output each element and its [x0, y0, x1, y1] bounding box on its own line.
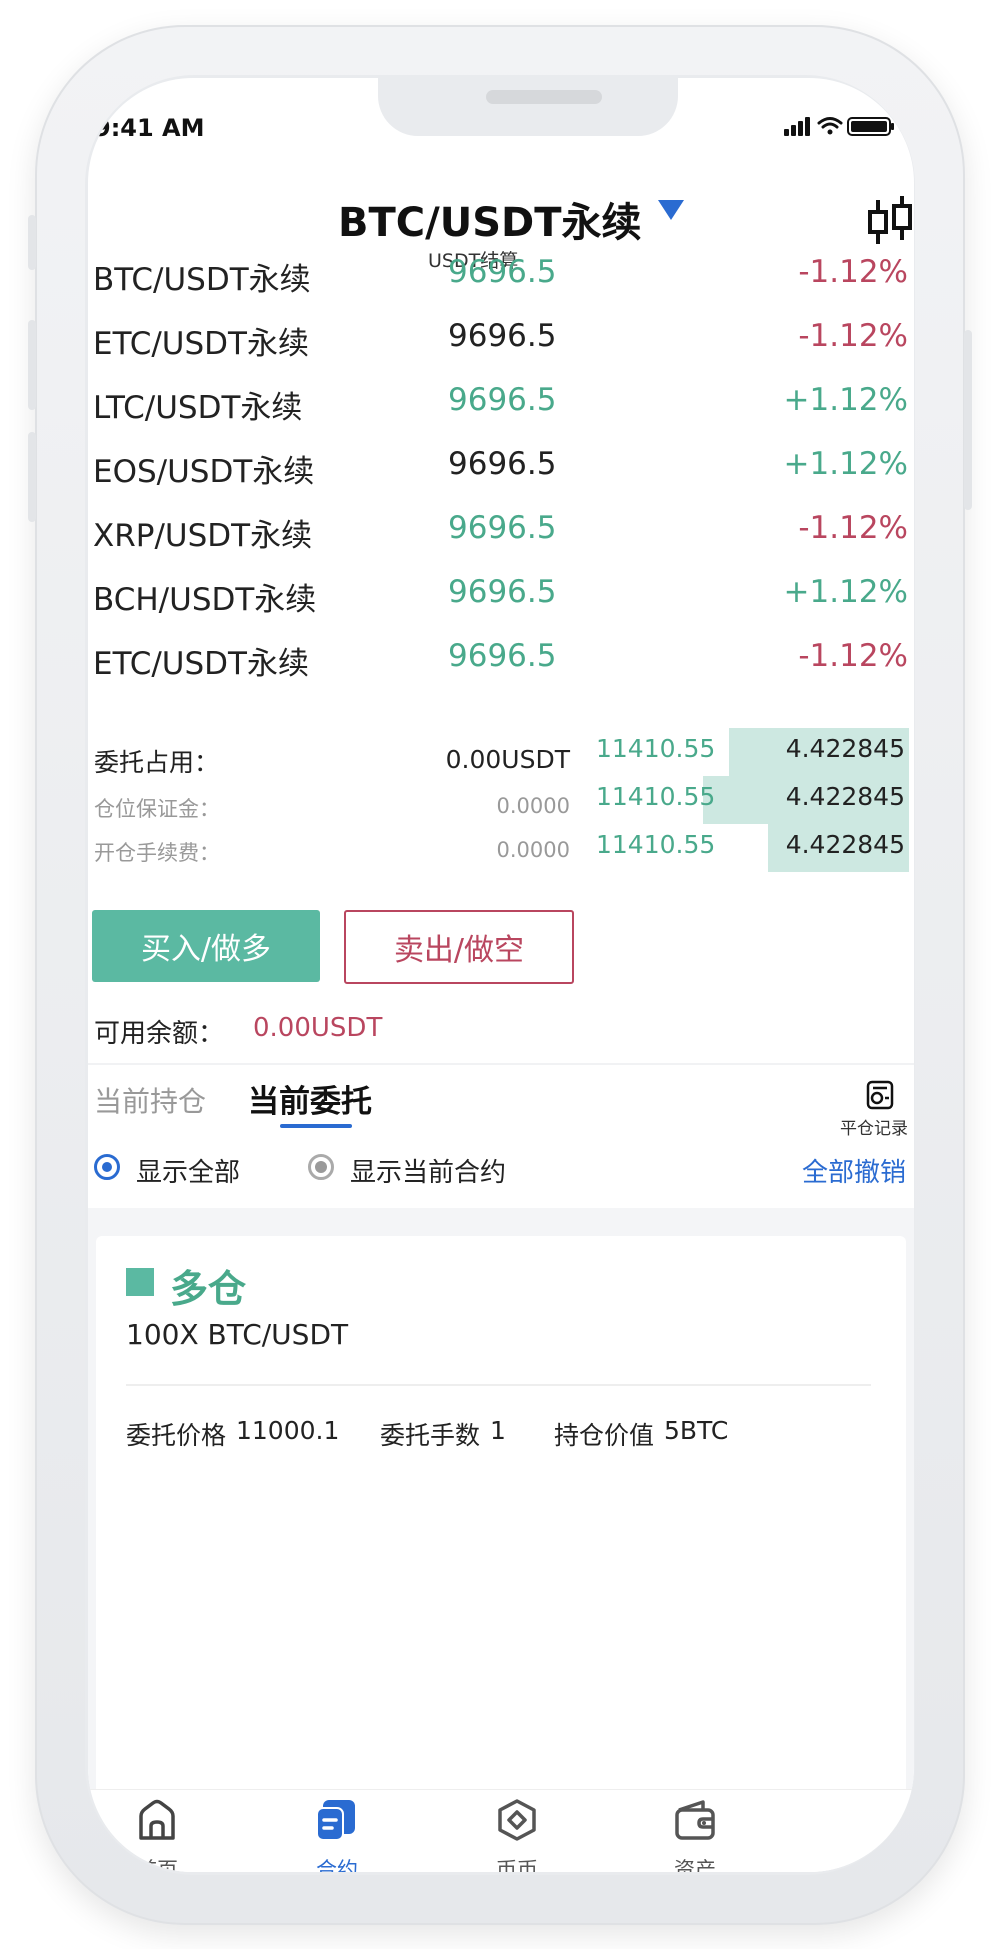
- coin-exchange-icon: [498, 1799, 536, 1841]
- wallet-icon: [675, 1800, 715, 1840]
- long-position-marker: [126, 1268, 154, 1296]
- open-fee-label: 开仓手续费：: [94, 841, 220, 865]
- order-book-amount: 4.422845: [785, 734, 905, 763]
- market-name: LTC/USDT永续: [93, 390, 303, 426]
- available-balance-value: 0.00USDT: [253, 1013, 383, 1043]
- position-value-label: 持仓价值: [554, 1421, 655, 1450]
- order-book-row[interactable]: 11410.55 4.422845: [582, 824, 909, 872]
- nav-home[interactable]: 首页: [102, 1792, 212, 1872]
- nav-home-label: 首页: [136, 1858, 178, 1872]
- market-change: -1.12%: [798, 510, 908, 546]
- app-screen: 9:41 AM BTC/USDT永续 USDT结算 BTC/USDT永续 969…: [88, 78, 914, 1872]
- close-record-icon[interactable]: [865, 1080, 895, 1114]
- market-name: BCH/USDT永续: [93, 582, 317, 618]
- order-book-amount: 4.422845: [785, 782, 905, 811]
- sell-short-button[interactable]: 卖出/做空: [344, 910, 574, 984]
- volume-down-button: [28, 432, 36, 522]
- order-side: 多仓: [170, 1267, 247, 1311]
- tab-current-positions[interactable]: 当前持仓: [94, 1080, 206, 1120]
- market-price: 9696.5: [448, 510, 557, 546]
- market-price: 9696.5: [448, 446, 557, 482]
- market-change: +1.12%: [783, 574, 908, 610]
- order-margin-value: 0.00USDT: [445, 745, 570, 774]
- position-margin-value: 0.0000: [496, 794, 570, 818]
- order-price-value: 11000.1: [236, 1416, 340, 1445]
- tab-current-orders[interactable]: 当前委托: [248, 1076, 372, 1121]
- position-value-value: 5BTC: [664, 1416, 729, 1445]
- nav-assets-label: 资产: [674, 1858, 716, 1872]
- market-name: BTC/USDT永续: [93, 262, 311, 298]
- notch: [378, 78, 678, 136]
- section-divider: [88, 1063, 914, 1065]
- contract-icon: [316, 1800, 355, 1841]
- cancel-all-button[interactable]: 全部撤销: [802, 1152, 906, 1189]
- nav-coin-exchange[interactable]: 币币: [462, 1792, 572, 1872]
- market-name: EOS/USDT永续: [93, 454, 315, 490]
- show-current-radio[interactable]: [308, 1154, 334, 1180]
- buy-long-button[interactable]: 买入/做多: [92, 910, 320, 982]
- order-margin-label: 委托占用：: [94, 748, 220, 777]
- nav-coin-exchange-label: 币币: [496, 1858, 538, 1872]
- market-change: +1.12%: [783, 446, 908, 482]
- close-record-label[interactable]: 平仓记录: [840, 1114, 908, 1139]
- nav-assets[interactable]: 资产: [640, 1792, 750, 1872]
- status-icons: [784, 114, 896, 138]
- mute-switch: [28, 215, 36, 270]
- market-price: 9696.5: [448, 318, 557, 354]
- order-book-price: 11410.55: [596, 830, 716, 859]
- wifi-icon: [817, 117, 843, 135]
- market-change: -1.12%: [798, 638, 908, 674]
- market-name: XRP/USDT永续: [93, 518, 313, 554]
- triangle-down-icon[interactable]: [658, 200, 684, 220]
- speaker-grille: [486, 90, 602, 104]
- signal-icon: [784, 117, 810, 136]
- nav-contract[interactable]: 合约: [282, 1792, 392, 1872]
- order-book-row[interactable]: 11410.55 4.422845: [582, 728, 909, 776]
- market-name: ETC/USDT永续: [93, 646, 309, 682]
- available-balance-label: 可用余额：: [94, 1019, 225, 1049]
- market-change: -1.12%: [798, 318, 908, 354]
- order-book-price: 11410.55: [596, 782, 716, 811]
- power-button: [964, 330, 972, 510]
- status-icons-svg: [784, 117, 894, 136]
- order-book-row[interactable]: 11410.55 4.422845: [582, 776, 909, 824]
- nav-contract-label: 合约: [316, 1858, 358, 1872]
- order-lots-value: 1: [490, 1416, 506, 1445]
- show-current-label[interactable]: 显示当前合约: [350, 1152, 506, 1189]
- open-fee-value: 0.0000: [496, 838, 570, 862]
- show-all-label[interactable]: 显示全部: [136, 1152, 240, 1189]
- position-margin-label: 仓位保证金：: [94, 797, 220, 821]
- status-time: 9:41 AM: [94, 114, 205, 142]
- order-contract: 100X BTC/USDT: [126, 1318, 349, 1351]
- card-divider: [126, 1384, 871, 1386]
- order-book-price: 11410.55: [596, 734, 716, 763]
- market-price: 9696.5: [448, 638, 557, 674]
- market-row[interactable]: ETC/USDT永续 9696.5 -1.12%: [88, 620, 914, 700]
- order-lots-label: 委托手数: [380, 1421, 481, 1450]
- market-price: 9696.5: [448, 254, 557, 290]
- home-icon: [139, 1799, 175, 1840]
- battery-icon: [847, 117, 894, 136]
- order-book-amount: 4.422845: [785, 830, 905, 859]
- market-price: 9696.5: [448, 574, 557, 610]
- order-price-label: 委托价格: [126, 1421, 227, 1450]
- show-all-radio[interactable]: [94, 1154, 120, 1180]
- market-change: +1.12%: [783, 382, 908, 418]
- tab-active-indicator: [280, 1124, 352, 1128]
- market-change: -1.12%: [798, 254, 908, 290]
- market-name: ETC/USDT永续: [93, 326, 309, 362]
- market-price: 9696.5: [448, 382, 557, 418]
- volume-up-button: [28, 320, 36, 410]
